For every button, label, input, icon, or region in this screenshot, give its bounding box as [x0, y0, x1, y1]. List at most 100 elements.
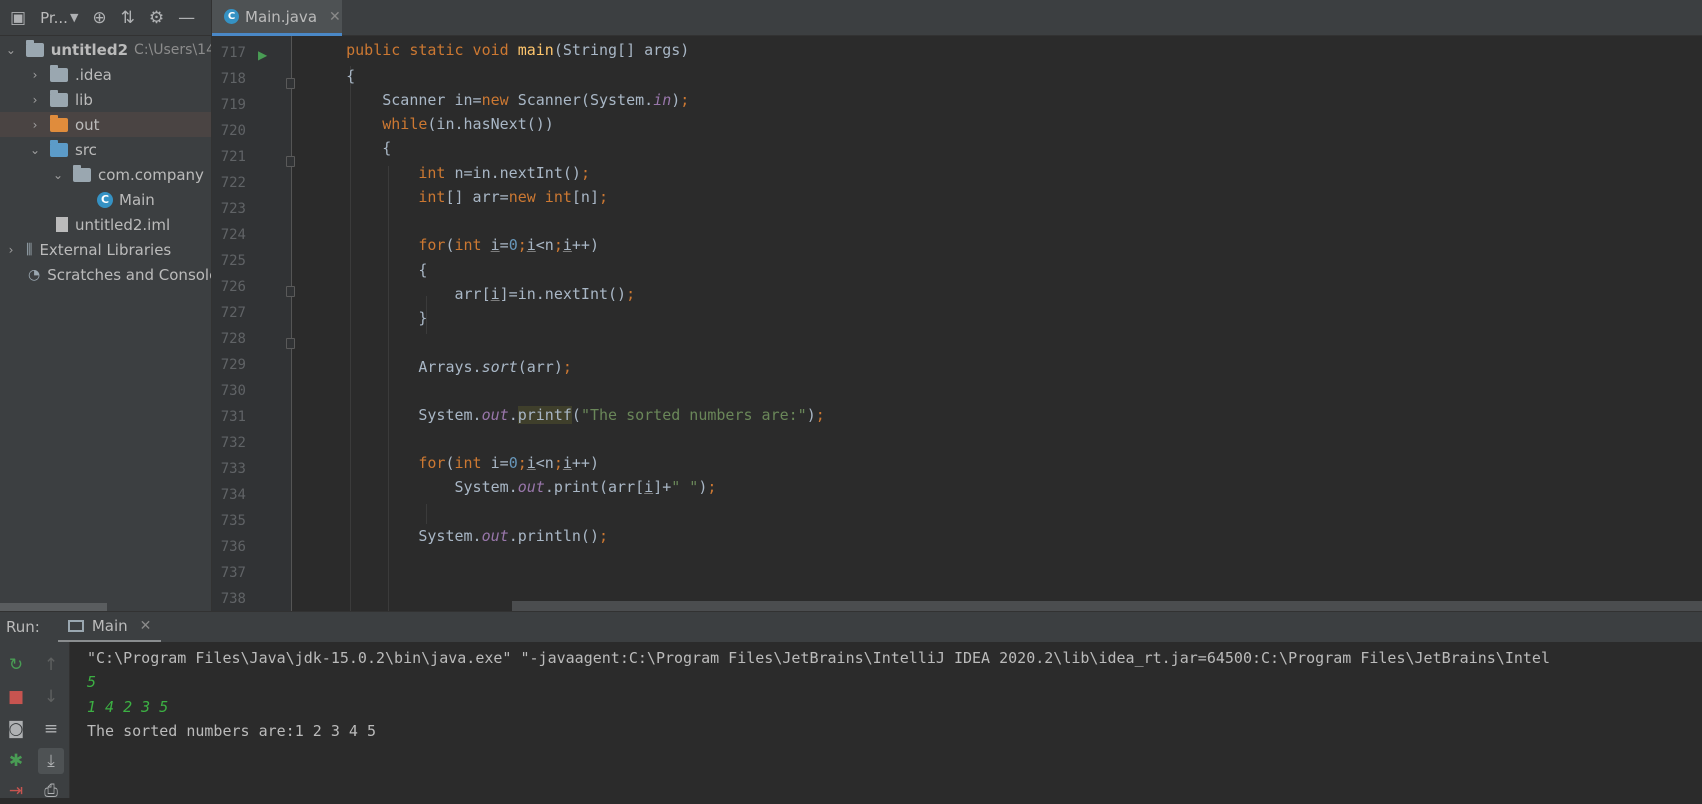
scroll-to-end-icon[interactable]: ⤓: [38, 748, 64, 774]
line-number: 720: [220, 123, 246, 139]
tree-item-untitled2[interactable]: ⌄ untitled2 C:\Users\14: [0, 37, 212, 62]
tree-item-idea[interactable]: › .idea: [0, 62, 211, 87]
tree-item-label: Main: [119, 190, 155, 209]
editor-horizontal-scrollbar[interactable]: [512, 601, 1702, 611]
minimize-icon[interactable]: —: [178, 8, 195, 28]
tree-item-main[interactable]: C Main: [0, 187, 211, 212]
libraries-icon: ⫼: [26, 241, 33, 258]
folder-icon: [50, 89, 68, 107]
locate-icon[interactable]: ⊕: [92, 8, 106, 28]
chevron-down-icon[interactable]: ⌄: [4, 43, 18, 57]
code-line-717: public static void main(String[] args): [346, 41, 690, 59]
fold-marker-icon[interactable]: [286, 156, 295, 167]
chevron-right-icon[interactable]: ›: [4, 243, 18, 257]
code-line-718: {: [310, 67, 356, 85]
editor-gutter: 717 718 719 720 721 722 723 724 725 726 …: [212, 36, 295, 611]
close-icon[interactable]: ✕: [329, 9, 341, 25]
tab-main-java[interactable]: C Main.java ✕: [212, 0, 342, 36]
line-number: 727: [220, 305, 246, 321]
line-number: 736: [220, 539, 246, 555]
exit-icon[interactable]: ⇥: [3, 778, 29, 804]
chevron-down-icon[interactable]: ⌄: [28, 143, 42, 157]
line-number: 728: [220, 331, 246, 347]
fold-marker-icon[interactable]: [286, 338, 295, 349]
code-line-720: while(in.hasNext()): [382, 115, 554, 133]
tree-item-external-libraries[interactable]: › ⫼ External Libraries: [0, 237, 211, 262]
tree-item-untitled2-iml[interactable]: untitled2.iml: [0, 212, 211, 237]
line-number: 717: [220, 45, 246, 61]
tree-item-path-hint: C:\Users\14: [134, 41, 212, 58]
code-line-723: int[] arr=new int[n];: [418, 188, 609, 206]
line-number: 725: [220, 253, 246, 269]
run-tab-main[interactable]: Main ✕: [57, 612, 162, 643]
line-number: 733: [220, 461, 246, 477]
line-number: 721: [220, 149, 246, 165]
print-icon[interactable]: ⎙: [38, 778, 64, 804]
chevron-right-icon[interactable]: ›: [28, 68, 42, 82]
tree-item-label: External Libraries: [39, 240, 172, 259]
console-command-line: "C:\Program Files\Java\jdk-15.0.2\bin\ja…: [87, 649, 1550, 667]
project-horizontal-scrollbar[interactable]: [0, 603, 107, 611]
run-main-icon[interactable]: ▶: [258, 48, 267, 62]
tree-item-lib[interactable]: › lib: [0, 87, 211, 112]
code-line-719: Scanner in=new Scanner(System.in);: [310, 91, 690, 109]
tree-item-label: untitled2: [50, 40, 129, 59]
line-number: 724: [220, 227, 246, 243]
code-line-730: Arrays.sort(arr);: [310, 358, 572, 376]
java-class-icon: C: [224, 9, 239, 24]
tree-item-out[interactable]: › out: [0, 112, 211, 137]
code-line-737: System.out.println();: [310, 527, 609, 545]
tree-item-com-company[interactable]: ⌄ com.company: [0, 162, 211, 187]
tab-label: Main.java: [245, 7, 318, 26]
tree-item-src[interactable]: ⌄ src: [0, 137, 211, 162]
java-class-icon: C: [97, 191, 113, 208]
stop-icon[interactable]: ■: [3, 684, 29, 710]
code-line-725: for(int i=0;i<n;i++): [418, 236, 599, 254]
console-input-line: 1 4 2 3 5: [87, 698, 169, 716]
close-icon[interactable]: ✕: [140, 618, 152, 634]
tree-item-scratches[interactable]: ◔ Scratches and Consoles: [0, 262, 212, 287]
run-console[interactable]: "C:\Program Files\Java\jdk-15.0.2\bin\ja…: [70, 642, 1702, 798]
fold-marker-icon[interactable]: [286, 78, 295, 89]
gear-icon[interactable]: ⚙: [149, 8, 164, 28]
tree-item-label: src: [75, 140, 97, 159]
code-line-721: {: [310, 139, 392, 157]
tree-item-label: Scratches and Consoles: [47, 265, 212, 284]
line-number: 735: [220, 513, 246, 529]
line-number: 731: [220, 409, 246, 425]
excluded-folder-icon: [50, 114, 68, 132]
settings-bug-icon[interactable]: ✱: [3, 748, 29, 774]
code-line-732: System.out.printf("The sorted numbers ar…: [310, 406, 825, 424]
chevron-right-icon[interactable]: ›: [28, 93, 42, 107]
editor-tab-bar: C Main.java ✕: [212, 0, 1702, 36]
code-text-area[interactable]: public static void main(String[] args) {…: [310, 36, 1702, 611]
fold-marker-icon[interactable]: [286, 286, 295, 297]
tree-item-label: out: [75, 115, 100, 134]
arrow-up-icon[interactable]: ↑: [38, 652, 64, 678]
scratches-icon: ◔: [28, 266, 41, 283]
console-input-line: 5: [87, 673, 97, 691]
chevron-down-icon[interactable]: ⌄: [51, 168, 65, 182]
line-number: 726: [220, 279, 246, 295]
code-line-722: int n=in.nextInt();: [418, 164, 590, 182]
line-number: 722: [220, 175, 246, 191]
module-folder-icon: [25, 39, 44, 57]
project-view-selector[interactable]: Pr...: [40, 9, 68, 27]
line-number: 738: [220, 591, 246, 607]
soft-wrap-icon[interactable]: ≡: [38, 716, 64, 742]
rerun-icon[interactable]: ↻: [3, 652, 29, 678]
tree-item-label: com.company: [98, 165, 204, 184]
iml-file-icon: [56, 217, 68, 232]
source-folder-icon: [50, 139, 68, 157]
folder-icon: [50, 64, 68, 82]
collapse-icon[interactable]: ⇅: [121, 8, 135, 28]
camera-icon[interactable]: ◙: [3, 716, 29, 742]
console-output-line: The sorted numbers are:1 2 3 4 5: [87, 722, 376, 740]
chevron-right-icon[interactable]: ›: [28, 118, 42, 132]
project-tool-window: ▣ Pr... ▼ ⊕ ⇅ ⚙ — ⌄ untitled2 C:\Users\1…: [0, 0, 212, 611]
run-tab-label: Main: [91, 616, 128, 635]
arrow-down-icon[interactable]: ↓: [38, 684, 64, 710]
run-tool-window-header: Run: Main ✕: [0, 611, 1702, 643]
code-line-726: {: [310, 261, 428, 279]
dropdown-icon[interactable]: ▼: [70, 11, 78, 24]
